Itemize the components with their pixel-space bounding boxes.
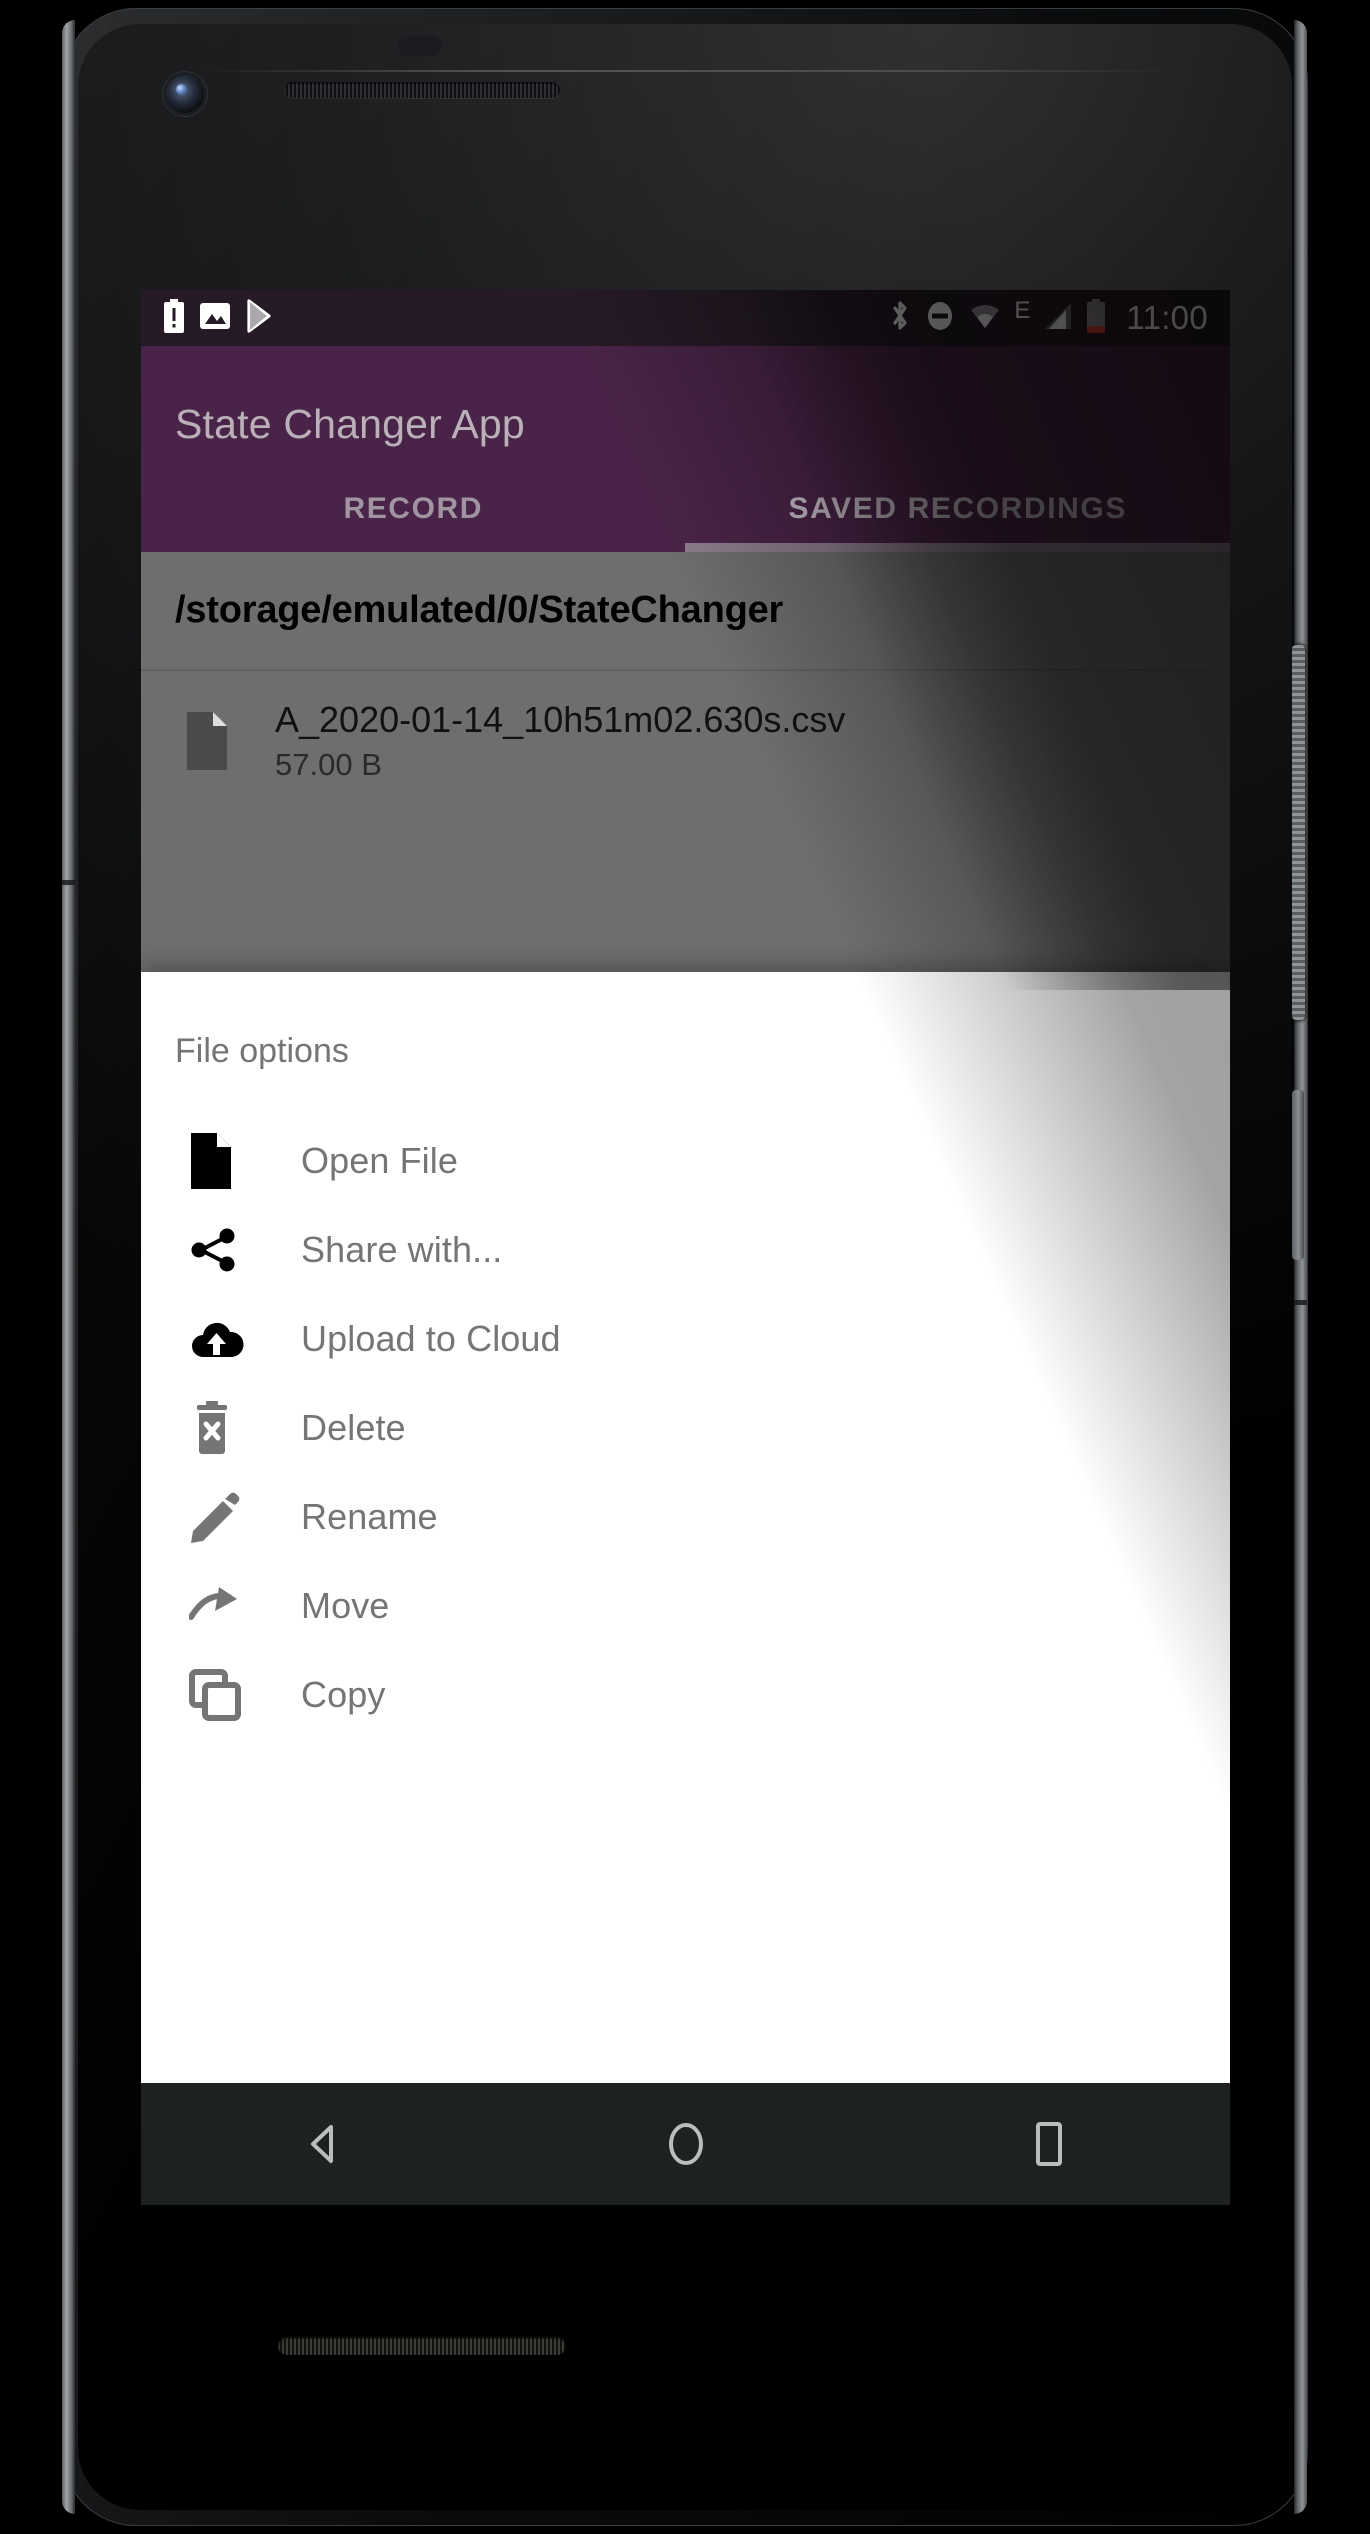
sheet-item-upload-to-cloud[interactable]: Upload to Cloud	[141, 1294, 1230, 1383]
tab-active-indicator	[685, 543, 1230, 552]
front-camera-icon	[166, 75, 204, 113]
file-document-icon	[189, 1132, 291, 1189]
nav-back-button[interactable]	[223, 2083, 423, 2205]
current-path-text: /storage/emulated/0/StateChanger	[175, 589, 784, 631]
sheet-item-open-file[interactable]: Open File	[141, 1116, 1230, 1205]
file-icon	[155, 712, 257, 770]
move-arrow-icon	[189, 1586, 291, 1625]
play-store-icon	[245, 298, 277, 338]
volume-button[interactable]	[1292, 1090, 1304, 1260]
file-name: A_2020-01-14_10h51m02.630s.csv	[275, 699, 846, 741]
tab-saved-recordings[interactable]: SAVED RECORDINGS	[686, 466, 1231, 552]
edge-network-icon: E	[1014, 297, 1031, 324]
status-bar: E 11:00	[141, 290, 1230, 346]
copy-icon	[189, 1668, 291, 1721]
cloud-upload-icon	[189, 1317, 291, 1361]
frame-seam-left	[62, 880, 75, 885]
file-meta: A_2020-01-14_10h51m02.630s.csv 57.00 B	[275, 699, 845, 782]
do-not-disturb-icon	[924, 300, 956, 337]
current-path-bar[interactable]: /storage/emulated/0/StateChanger	[141, 552, 1230, 669]
phone-screen: E 11:00 State Changer App RECORD SAVED R…	[141, 290, 1230, 2083]
sheet-item-share-with[interactable]: Share with...	[141, 1205, 1230, 1294]
app-bar: State Changer App RECORD SAVED RECORDING…	[141, 346, 1230, 552]
camera-lens-glint	[176, 84, 187, 95]
sheet-title: File options	[175, 1032, 349, 1070]
status-bar-left-icons	[163, 298, 277, 338]
sheet-item-delete[interactable]: Delete	[141, 1383, 1230, 1472]
sheet-item-label: Move	[301, 1584, 390, 1626]
tab-record[interactable]: RECORD	[141, 466, 686, 552]
bluetooth-icon	[888, 298, 912, 339]
sheet-item-move[interactable]: Move	[141, 1561, 1230, 1650]
signal-icon	[1042, 301, 1074, 336]
bottom-speaker	[278, 2337, 566, 2355]
file-size: 57.00 B	[275, 746, 382, 782]
page-title: State Changer App	[175, 401, 525, 447]
phone-frame-left-edge	[62, 20, 75, 2514]
status-bar-clock: 11:00	[1126, 299, 1208, 336]
glass-highlight-line	[198, 70, 1178, 72]
sheet-item-label: Open File	[301, 1139, 458, 1181]
sheet-item-label: Delete	[301, 1406, 406, 1448]
file-list-item[interactable]: A_2020-01-14_10h51m02.630s.csv 57.00 B	[141, 671, 1230, 811]
sheet-item-rename[interactable]: Rename	[141, 1472, 1230, 1561]
share-icon	[189, 1225, 291, 1275]
power-button[interactable]	[1292, 645, 1305, 1020]
sheet-item-list: Open File Share with... Upload to Cloud	[141, 1116, 1230, 1739]
image-icon	[199, 300, 231, 337]
sheet-item-label: Upload to Cloud	[301, 1317, 561, 1359]
nav-recents-button[interactable]	[949, 2083, 1149, 2205]
sheet-item-label: Share with...	[301, 1228, 503, 1270]
phone-frame-right-edge	[1294, 20, 1307, 2514]
sheet-item-copy[interactable]: Copy	[141, 1650, 1230, 1739]
tab-bar: RECORD SAVED RECORDINGS	[141, 466, 1230, 552]
battery-alert-icon	[163, 298, 185, 338]
nav-home-button[interactable]	[586, 2083, 786, 2205]
proximity-sensor	[398, 36, 442, 56]
status-bar-right-icons: E 11:00	[888, 298, 1208, 339]
file-options-bottom-sheet: File options Open File Share with... Upl…	[141, 972, 1230, 2083]
sheet-item-label: Rename	[301, 1495, 438, 1537]
delete-trash-icon	[189, 1400, 291, 1455]
earpiece-speaker	[284, 82, 560, 98]
sheet-item-label: Copy	[301, 1673, 386, 1715]
pencil-icon	[189, 1491, 291, 1543]
battery-icon	[1086, 298, 1106, 338]
android-navigation-bar	[141, 2083, 1230, 2205]
frame-seam-right	[1294, 1300, 1307, 1305]
wifi-icon	[968, 301, 1002, 336]
screenshot-root: E 11:00 State Changer App RECORD SAVED R…	[0, 0, 1370, 2534]
